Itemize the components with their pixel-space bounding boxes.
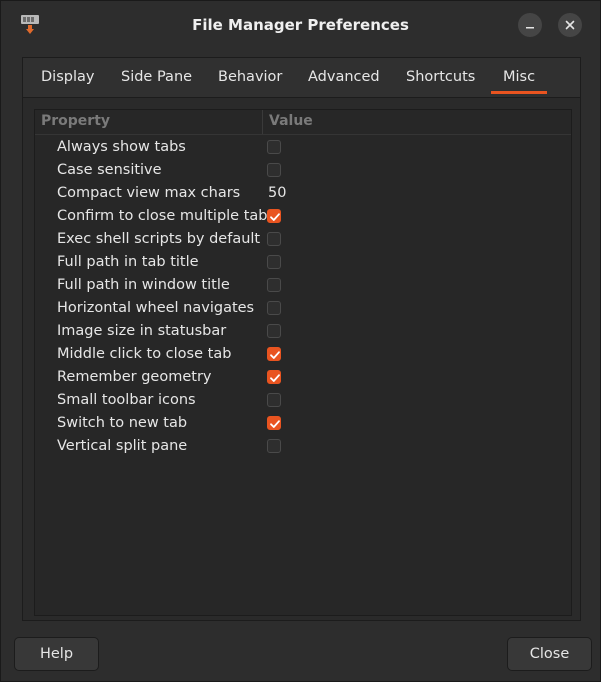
property-label: Compact view max chars [57,185,241,201]
tab-behavior[interactable]: Behavior [218,69,282,85]
table-row[interactable]: Case sensitive [35,159,571,182]
check-icon [270,420,280,428]
table-row[interactable]: Middle click to close tab [35,343,571,366]
column-divider [262,110,263,134]
value-checkbox[interactable] [267,255,281,269]
table-row[interactable]: Small toolbar icons [35,389,571,412]
property-label: Confirm to close multiple tabs [57,208,276,224]
close-button[interactable]: Close [507,637,592,671]
table-row[interactable]: Switch to new tab [35,412,571,435]
table-row[interactable]: Horizontal wheel navigates [35,297,571,320]
value-checkbox[interactable] [267,439,281,453]
value-checkbox[interactable] [267,163,281,177]
preferences-window: File Manager Preferences Display Side Pa… [0,0,601,682]
property-label: Always show tabs [57,139,186,155]
tab-display[interactable]: Display [41,69,94,85]
value-checkbox[interactable] [267,140,281,154]
property-label: Horizontal wheel navigates [57,300,255,316]
table-row[interactable]: Compact view max chars 50 [35,182,571,205]
value-checkbox[interactable] [267,416,281,430]
check-icon [270,351,280,359]
property-label: Exec shell scripts by default [57,231,261,247]
column-header-value[interactable]: Value [269,113,313,129]
table-row[interactable]: Exec shell scripts by default [35,228,571,251]
title-bar: File Manager Preferences [1,1,600,51]
property-label: Vertical split pane [57,438,188,454]
tab-misc[interactable]: Misc [490,69,548,94]
table-header: Property Value [35,110,571,135]
close-window-button[interactable] [558,13,582,37]
value-checkbox[interactable] [267,209,281,223]
property-label: Image size in statusbar [57,323,227,339]
tab-side-pane[interactable]: Side Pane [121,69,192,85]
minimize-button[interactable] [518,13,542,37]
minimize-icon [526,27,534,29]
property-table: Property Value Always show tabs Case sens… [34,109,572,616]
preferences-notebook: Display Side Pane Behavior Advanced Shor… [22,57,581,621]
window-title: File Manager Preferences [192,16,409,34]
value-checkbox[interactable] [267,393,281,407]
check-icon [270,374,280,382]
table-row[interactable]: Full path in tab title [35,251,571,274]
value-checkbox[interactable] [267,347,281,361]
tab-shortcuts[interactable]: Shortcuts [406,69,475,85]
column-header-property[interactable]: Property [41,113,110,129]
property-label: Case sensitive [57,162,162,178]
table-row[interactable]: Confirm to close multiple tabs [35,205,571,228]
property-label: Small toolbar icons [57,392,196,408]
table-row[interactable]: Full path in window title [35,274,571,297]
property-label: Switch to new tab [57,415,188,431]
table-row[interactable]: Always show tabs [35,136,571,159]
close-icon [565,20,575,30]
value-text[interactable]: 50 [268,185,286,201]
table-row[interactable]: Remember geometry [35,366,571,389]
tab-bar: Display Side Pane Behavior Advanced Shor… [23,58,580,98]
property-label: Remember geometry [57,369,212,385]
property-label: Middle click to close tab [57,346,232,362]
value-checkbox[interactable] [267,301,281,315]
tab-advanced[interactable]: Advanced [308,69,380,85]
help-button[interactable]: Help [14,637,99,671]
property-label: Full path in tab title [57,254,199,270]
check-icon [270,213,280,221]
table-row[interactable]: Vertical split pane [35,435,571,458]
table-row[interactable]: Image size in statusbar [35,320,571,343]
property-label: Full path in window title [57,277,230,293]
value-checkbox[interactable] [267,278,281,292]
value-checkbox[interactable] [267,232,281,246]
value-checkbox[interactable] [267,324,281,338]
value-checkbox[interactable] [267,370,281,384]
